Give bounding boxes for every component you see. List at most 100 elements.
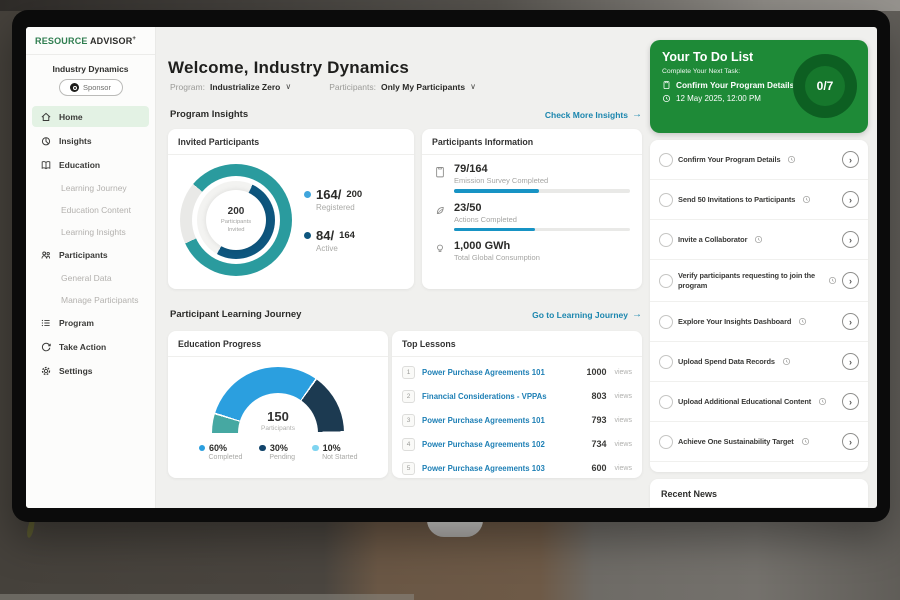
pending-value: 30% (270, 443, 288, 453)
legend-item-pending: 30% Pending (259, 443, 295, 461)
sidebar: RESOURCE ADVISOR+ Industry Dynamics Spon… (26, 27, 156, 508)
consumption-label: Total Global Consumption (454, 253, 540, 262)
lesson-views: 793 (591, 415, 606, 425)
lesson-title-link[interactable]: Power Purchase Agreements 101 (422, 416, 584, 425)
legend-item-completed: 60% Completed (199, 443, 243, 461)
sidebar-item-insights[interactable]: Insights (32, 130, 149, 151)
sponsor-badge-label: Sponsor (83, 83, 111, 92)
task-open-button[interactable]: › (842, 231, 859, 248)
registered-dot-icon (304, 191, 311, 198)
lesson-views: 734 (591, 439, 606, 449)
task-row[interactable]: Confirm Your Program Details › (650, 140, 868, 180)
not-started-value: 10% (323, 443, 341, 453)
refresh-arrow-icon (40, 341, 52, 353)
recent-news-card: Recent News (650, 479, 868, 508)
survey-label: Emission Survey Completed (454, 176, 630, 185)
lesson-views: 600 (591, 463, 606, 473)
sidebar-item-settings[interactable]: Settings (32, 360, 149, 381)
task-checkbox[interactable] (659, 153, 673, 167)
legend-item-active: 84/164 Active (304, 228, 362, 253)
lesson-title-link[interactable]: Power Purchase Agreements 101 (422, 368, 579, 377)
sidebar-item-participants[interactable]: Participants (32, 244, 149, 265)
survey-progress-fill (454, 189, 539, 193)
sidebar-item-manage-participants[interactable]: Manage Participants (32, 290, 149, 309)
education-progress-legend: 60% Completed 30% Pending 10% Not Starte… (199, 443, 358, 461)
lesson-views-suffix: views (614, 465, 632, 472)
sidebar-item-label: General Data (61, 273, 112, 283)
sidebar-item-learning-journey[interactable]: Learning Journey (32, 178, 149, 197)
actions-progress-fill (454, 228, 535, 232)
registered-label: Registered (316, 203, 362, 212)
task-label: Upload Spend Data Records (678, 357, 775, 367)
legend-item-registered: 164/200 Registered (304, 187, 362, 212)
task-open-button[interactable]: › (842, 313, 859, 330)
education-progress-title: Education Progress (168, 331, 388, 357)
invited-total-label: Participants Invited (213, 219, 259, 235)
lesson-title-link[interactable]: Financial Considerations - VPPAs (422, 392, 584, 401)
gauge-label: Participants (212, 425, 344, 432)
lesson-row: 3 Power Purchase Agreements 101 793 view… (402, 408, 632, 432)
task-open-button[interactable]: › (842, 191, 859, 208)
not-started-label: Not Started (322, 454, 357, 461)
task-open-button[interactable]: › (842, 272, 859, 289)
survey-row: 79/164 Emission Survey Completed (434, 163, 630, 193)
go-to-learning-journey-link[interactable]: Go to Learning Journey → (532, 310, 642, 320)
task-checkbox[interactable] (659, 274, 673, 288)
task-checkbox[interactable] (659, 193, 673, 207)
survey-icon (434, 163, 446, 193)
program-filter[interactable]: Program: Industrialize Zero ∨ (170, 82, 291, 92)
sidebar-item-general-data[interactable]: General Data (32, 268, 149, 287)
participants-information-card: Participants Information 79/164 Emission… (422, 129, 642, 289)
sidebar-item-label: Take Action (59, 342, 106, 352)
participants-filter[interactable]: Participants: Only My Participants ∨ (329, 82, 476, 92)
sidebar-item-education-content[interactable]: Education Content (32, 200, 149, 219)
task-row[interactable]: Verify participants requesting to join t… (650, 260, 868, 302)
task-checkbox[interactable] (659, 355, 673, 369)
lesson-title-link[interactable]: Power Purchase Agreements 103 (422, 464, 584, 473)
task-row[interactable]: Invite a Collaborator › (650, 220, 868, 260)
lesson-views-suffix: views (614, 369, 632, 376)
task-checkbox[interactable] (659, 315, 673, 329)
lesson-row: 1 Power Purchase Agreements 101 1000 vie… (402, 360, 632, 384)
participants-filter-value: Only My Participants (381, 82, 465, 92)
go-to-learning-journey-label: Go to Learning Journey (532, 310, 628, 320)
insights-icon (40, 135, 52, 147)
sidebar-item-learning-insights[interactable]: Learning Insights (32, 222, 149, 241)
consumption-value: 1,000 GWh (454, 240, 540, 252)
task-row[interactable]: Upload Spend Data Records › (650, 342, 868, 382)
medal-icon (70, 83, 79, 92)
invited-participants-card: Invited Participants 200 Participants In… (168, 129, 414, 289)
task-checkbox[interactable] (659, 233, 673, 247)
actions-label: Actions Completed (454, 215, 630, 224)
sidebar-item-program[interactable]: Program (32, 312, 149, 333)
lesson-views: 803 (591, 391, 606, 401)
actions-value: 23/50 (454, 202, 630, 214)
task-checkbox[interactable] (659, 395, 673, 409)
task-open-button[interactable]: › (842, 151, 859, 168)
task-label: Send 50 Invitations to Participants (678, 195, 795, 205)
task-row[interactable]: Upload Additional Educational Content › (650, 382, 868, 422)
home-icon (40, 111, 52, 123)
sidebar-item-education[interactable]: Education (32, 154, 149, 175)
task-checkbox[interactable] (659, 435, 673, 449)
task-row[interactable]: Explore Your Insights Dashboard › (650, 302, 868, 342)
sidebar-item-take-action[interactable]: Take Action (32, 336, 149, 357)
list-icon (40, 317, 52, 329)
task-open-button[interactable]: › (842, 433, 859, 450)
task-open-button[interactable]: › (842, 393, 859, 410)
lesson-title-link[interactable]: Power Purchase Agreements 102 (422, 440, 584, 449)
page-title: Welcome, Industry Dynamics (168, 58, 409, 78)
task-row[interactable]: Complete Your Learning Journey › (650, 462, 868, 472)
task-row[interactable]: Send 50 Invitations to Participants › (650, 180, 868, 220)
chevron-right-icon: › (849, 357, 852, 367)
survey-progress-track (454, 189, 630, 193)
sidebar-item-home[interactable]: Home (32, 106, 149, 127)
monitor-stand (427, 520, 483, 537)
check-more-insights-link[interactable]: Check More Insights → (545, 110, 642, 120)
top-lessons-card: Top Lessons 1 Power Purchase Agreements … (392, 331, 642, 478)
todo-next-task-time: 12 May 2025, 12:00 PM (676, 94, 761, 103)
task-row[interactable]: Achieve One Sustainability Target › (650, 422, 868, 462)
consumption-row: 1,000 GWh Total Global Consumption (434, 240, 630, 266)
task-info-icon (828, 276, 837, 285)
task-open-button[interactable]: › (842, 353, 859, 370)
